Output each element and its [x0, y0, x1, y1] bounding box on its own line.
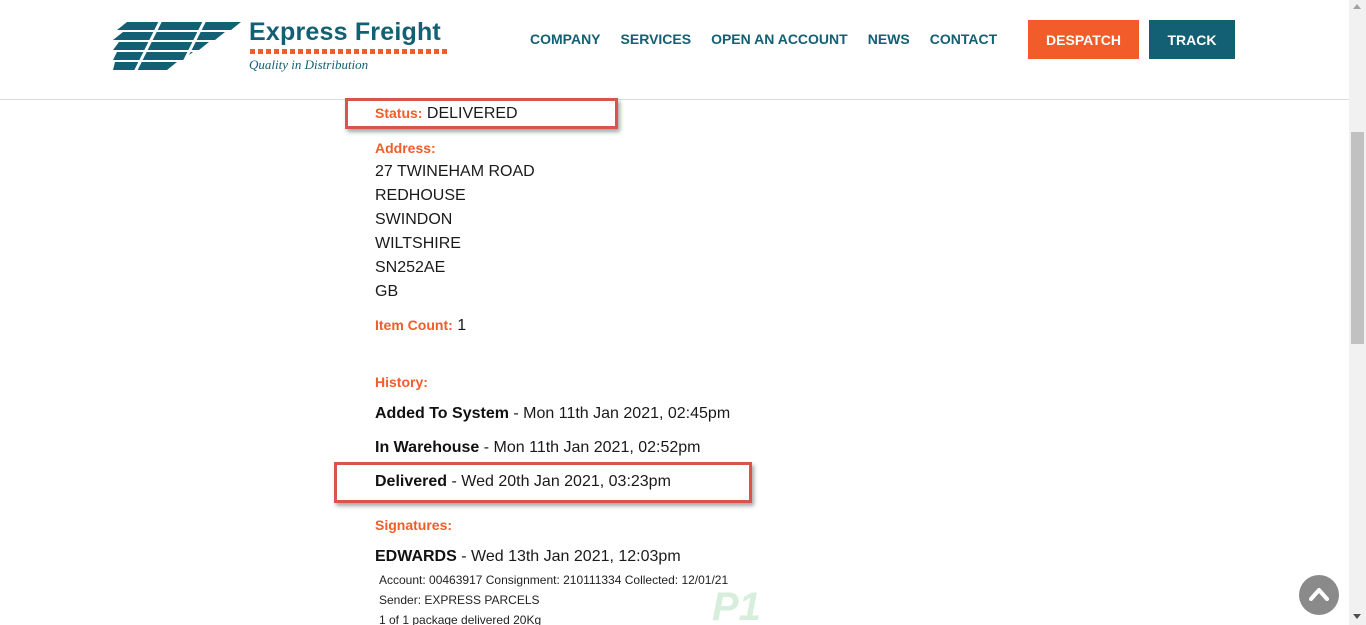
address-line: SWINDON [375, 211, 453, 228]
history-date: - Wed 20th Jan 2021, 03:23pm [451, 473, 671, 490]
signature-header: EDWARDS - Wed 13th Jan 2021, 12:03pm [375, 548, 681, 566]
express-freight-logo[interactable]: Express Freight Quality in Distribution [113, 18, 458, 74]
scroll-up-arrow-icon[interactable] [1353, 4, 1361, 9]
address-line: GB [375, 283, 399, 300]
brand-tagline: Quality in Distribution [249, 57, 369, 72]
address-line: 27 TWINEHAM ROAD [375, 163, 535, 180]
signature-image-text: Account: 00463917 Consignment: 210111334… [379, 570, 728, 625]
address-line: SN252AE [375, 259, 446, 276]
history-item: Delivered - Wed 20th Jan 2021, 03:23pm [375, 473, 671, 491]
signature-name: EDWARDS [375, 548, 457, 565]
nav-company[interactable]: COMPANY [530, 30, 601, 48]
site-header: Express Freight Quality in Distribution … [0, 0, 1349, 100]
item-count-value: 1 [457, 317, 467, 334]
history-event: In Warehouse [375, 439, 480, 456]
signature-line: 1 of 1 package delivered 20Kg [379, 613, 542, 625]
signatures-label: Signatures: [375, 517, 453, 533]
address-block: 27 TWINEHAM ROAD REDHOUSE SWINDON WILTSH… [375, 160, 535, 304]
status-label: Status: [375, 105, 423, 121]
logo-stripes-icon [113, 20, 241, 72]
back-to-top-button[interactable] [1299, 575, 1339, 615]
nav-contact[interactable]: CONTACT [930, 30, 997, 48]
despatch-button[interactable]: DESPATCH [1028, 20, 1139, 59]
nav-services[interactable]: SERVICES [621, 30, 692, 48]
status-row: Status: DELIVERED [375, 105, 518, 123]
signature-date: - Wed 13th Jan 2021, 12:03pm [461, 548, 681, 565]
history-item: Added To System - Mon 11th Jan 2021, 02:… [375, 405, 730, 423]
item-count-label: Item Count: [375, 317, 453, 333]
brand-name: Express Freight [249, 18, 441, 46]
history-item: In Warehouse - Mon 11th Jan 2021, 02:52p… [375, 439, 701, 457]
scroll-down-arrow-icon[interactable] [1353, 614, 1361, 619]
history-label: History: [375, 374, 428, 390]
status-value: DELIVERED [426, 105, 518, 122]
address-line: REDHOUSE [375, 187, 466, 204]
chevron-up-icon [1309, 588, 1329, 601]
page-scrollbar[interactable] [1349, 0, 1366, 625]
history-date: - Mon 11th Jan 2021, 02:45pm [513, 405, 731, 422]
signature-line: Account: 00463917 Consignment: 210111334… [379, 573, 729, 587]
nav-news[interactable]: NEWS [868, 30, 910, 48]
scroll-thumb[interactable] [1351, 132, 1364, 344]
main-nav: COMPANY SERVICES OPEN AN ACCOUNT NEWS CO… [530, 30, 1017, 48]
history-event: Delivered [375, 473, 448, 490]
track-button[interactable]: TRACK [1149, 20, 1235, 59]
signature-line: Sender: EXPRESS PARCELS [379, 593, 540, 607]
address-line: WILTSHIRE [375, 235, 461, 252]
history-event: Added To System [375, 405, 509, 422]
nav-open-account[interactable]: OPEN AN ACCOUNT [711, 30, 848, 48]
history-date: - Mon 11th Jan 2021, 02:52pm [483, 439, 701, 456]
address-label: Address: [375, 140, 436, 156]
brand-dotted-rule [250, 49, 450, 54]
item-count-row: Item Count: 1 [375, 317, 466, 335]
